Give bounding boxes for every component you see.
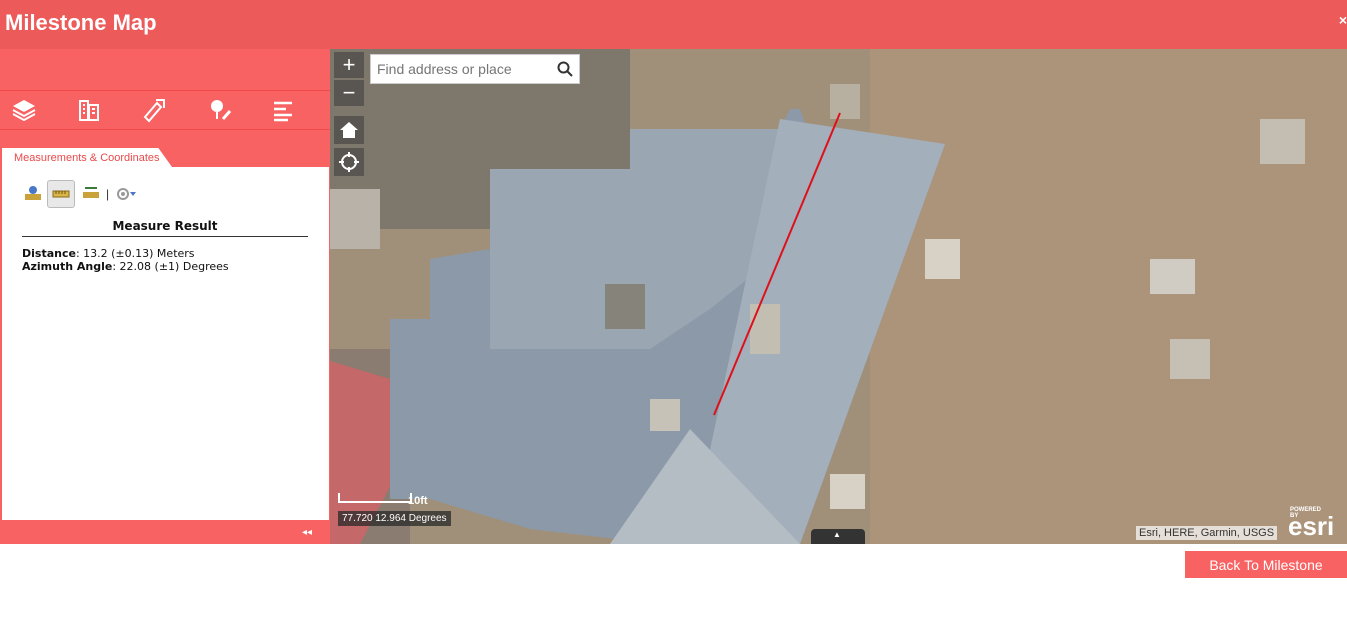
search-icon[interactable] xyxy=(557,61,573,77)
distance-label: Distance xyxy=(22,247,76,260)
azimuth-result: Azimuth Angle: 22.08 (±1) Degrees xyxy=(22,260,229,273)
search-input[interactable] xyxy=(375,59,549,79)
zoom-in-button[interactable]: + xyxy=(334,52,364,78)
back-to-milestone-button[interactable]: Back To Milestone xyxy=(1185,551,1347,578)
chevron-up-icon: ▲ xyxy=(833,530,841,539)
scale-label: 10ft xyxy=(408,495,428,507)
map-attribution: Esri, HERE, Garmin, USGS xyxy=(1136,526,1278,540)
locate-button[interactable] xyxy=(334,148,364,176)
area-measure-icon[interactable] xyxy=(20,181,46,207)
tool-separator: | xyxy=(106,187,110,201)
measurement-widget: Measurements & Coordinates | Measure Res… xyxy=(1,147,330,521)
zoom-out-button[interactable]: − xyxy=(334,80,364,106)
distance-result: Distance: 13.2 (±0.13) Meters xyxy=(22,247,195,260)
layers-icon[interactable] xyxy=(9,95,39,125)
panel-collapse-bar: ◂◂ xyxy=(0,523,330,544)
side-panel: Measurements & Coordinates | Measure Res… xyxy=(0,49,330,544)
scale-bar xyxy=(338,493,412,503)
esri-wordmark: esri xyxy=(1288,511,1335,541)
collapse-icon[interactable]: ◂◂ xyxy=(302,527,312,538)
menu-icon[interactable] xyxy=(268,95,298,125)
distance-value: : 13.2 (±0.13) Meters xyxy=(75,247,195,260)
tab-measurements[interactable]: Measurements & Coordinates xyxy=(2,148,172,167)
azimuth-label: Azimuth Angle xyxy=(22,260,113,273)
search-box xyxy=(370,54,580,84)
close-icon[interactable]: × xyxy=(1339,12,1347,28)
coordinate-readout: 77.720 12.964 Degrees xyxy=(338,511,451,526)
edit-icon[interactable] xyxy=(205,95,235,125)
measure-result-title: Measure Result xyxy=(22,219,308,237)
widget-tabbar: Measurements & Coordinates xyxy=(2,148,329,167)
panel-toolbar xyxy=(0,90,330,130)
app-title: Milestone Map xyxy=(5,10,157,35)
map-view[interactable]: + − 10ft 77.720 12.964 Degrees ▲ Esri, H… xyxy=(330,49,1347,544)
measure-tool-icon[interactable] xyxy=(139,95,169,125)
aerial-imagery xyxy=(330,49,1347,544)
azimuth-value: : 22.08 (±1) Degrees xyxy=(112,260,229,273)
settings-icon[interactable] xyxy=(112,181,138,207)
title-bar: Milestone Map × xyxy=(0,0,1347,49)
distance-measure-icon[interactable] xyxy=(47,180,75,208)
location-measure-icon[interactable] xyxy=(78,181,104,207)
attribute-drawer-toggle[interactable]: ▲ xyxy=(811,529,865,544)
buildings-icon[interactable] xyxy=(74,95,104,125)
home-button[interactable] xyxy=(334,116,364,144)
tab-label: Measurements & Coordinates xyxy=(14,152,160,164)
